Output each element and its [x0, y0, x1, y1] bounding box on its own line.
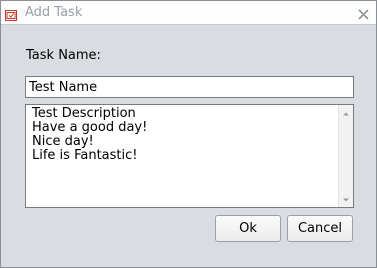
task-name-input[interactable] — [25, 76, 354, 98]
window-title: Add Task — [25, 5, 83, 20]
app-task-icon — [5, 6, 17, 21]
add-task-dialog: Add Task Task Name: Test Description Hav… — [0, 0, 377, 268]
arrow-up-icon[interactable] — [339, 106, 353, 120]
cancel-button[interactable]: Cancel — [287, 215, 353, 242]
task-description-textarea[interactable]: Test Description Have a good day! Nice d… — [25, 104, 354, 208]
description-scrollbar[interactable] — [338, 105, 353, 207]
close-icon[interactable] — [357, 6, 370, 20]
scrollbar-track[interactable] — [339, 121, 353, 191]
task-description-text: Test Description Have a good day! Nice d… — [32, 106, 148, 163]
arrow-down-icon[interactable] — [339, 192, 353, 206]
task-name-label: Task Name: — [26, 48, 101, 63]
ok-button[interactable]: Ok — [215, 215, 281, 242]
title-bar[interactable]: Add Task — [1, 1, 376, 25]
